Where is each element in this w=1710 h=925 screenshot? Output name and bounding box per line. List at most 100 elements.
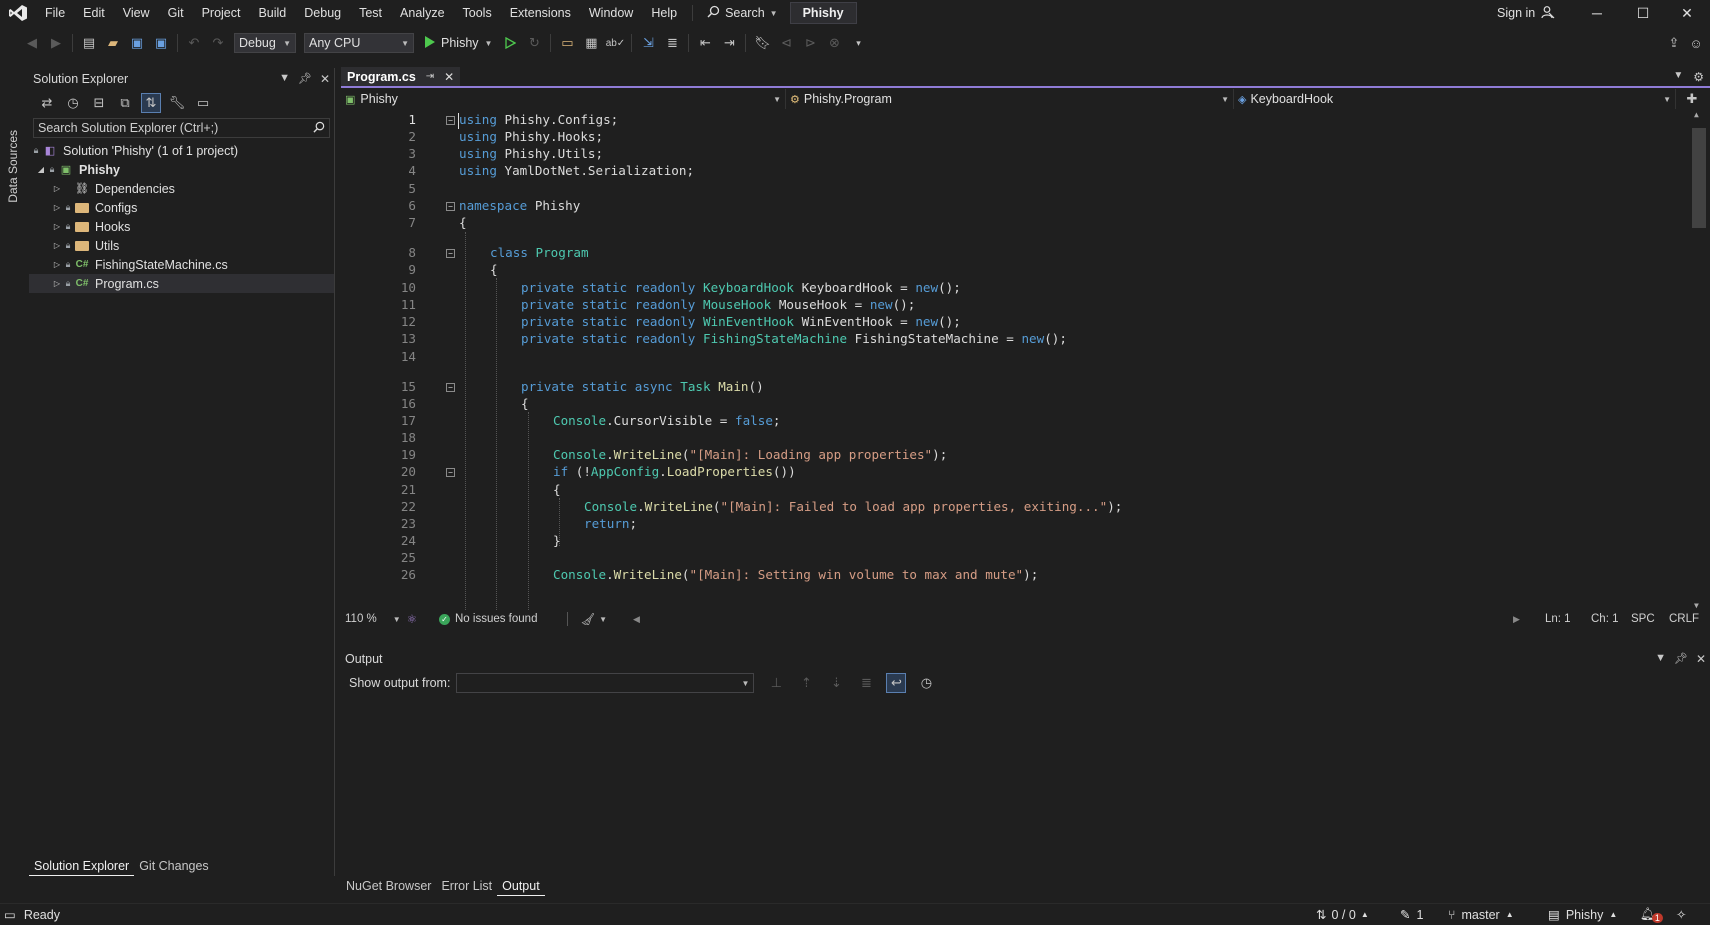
tree-row-dependencies[interactable]: ▷ ⛓︎ Dependencies (29, 179, 334, 198)
solution-search-input[interactable]: Search Solution Explorer (Ctrl+;) (33, 118, 330, 138)
tree-row-configs[interactable]: ▷ 🔒︎ Configs (29, 198, 334, 217)
navigate-forward-icon[interactable]: ▶ (46, 33, 66, 53)
collapse-region-icon[interactable]: − (446, 468, 455, 477)
start-without-debugging-icon[interactable] (500, 33, 520, 53)
feedback-icon[interactable]: ☺ (1686, 33, 1706, 53)
tab-error-list[interactable]: Error List (436, 876, 497, 896)
menu-view[interactable]: View (114, 0, 159, 26)
step-into-icon[interactable]: ⇲ (638, 33, 658, 53)
scroll-down-icon[interactable]: ▼ (1694, 601, 1699, 610)
navigate-back-icon[interactable]: ◀ (22, 33, 42, 53)
platform-dropdown[interactable]: Any CPU ▼ (304, 33, 414, 53)
format-document-icon[interactable]: ≣ (662, 33, 682, 53)
find-message-icon[interactable]: ⊥ (766, 673, 786, 693)
menu-tools[interactable]: Tools (454, 0, 501, 26)
close-window-button[interactable]: ✕ (1664, 0, 1710, 26)
member-navigation-dropdown[interactable]: ◈ KeyboardHook ▼ (1234, 89, 1676, 109)
live-share-icon[interactable]: ⇪ (1664, 33, 1684, 53)
tab-solution-explorer[interactable]: Solution Explorer (29, 856, 135, 876)
collapse-region-icon[interactable]: − (446, 249, 455, 258)
search-menu-button[interactable]: Search ▼ (699, 0, 786, 26)
expanded-arrow-icon[interactable]: ◢ (35, 165, 47, 174)
output-window-icon[interactable]: ▭ (4, 907, 16, 922)
tree-row-hooks[interactable]: ▷ 🔒︎ Hooks (29, 217, 334, 236)
collapsed-arrow-icon[interactable]: ▷ (51, 241, 63, 250)
previous-message-icon[interactable]: ⇡ (796, 673, 816, 693)
pin-tab-icon[interactable]: ⇥ (426, 71, 434, 82)
next-message-icon[interactable]: ⇣ (826, 673, 846, 693)
show-all-files-icon[interactable]: ⧉ (115, 93, 135, 113)
scrollbar-thumb[interactable] (1692, 128, 1706, 228)
menu-project[interactable]: Project (193, 0, 250, 26)
menu-help[interactable]: Help (642, 0, 686, 26)
line-ending-indicator[interactable]: CRLF (1669, 613, 1699, 625)
layout-icon[interactable]: ▦ (581, 33, 601, 53)
properties-wrench-icon[interactable]: 🔧︎ (167, 93, 187, 113)
split-window-icon[interactable]: ✚ (1682, 89, 1702, 109)
redo-icon[interactable]: ↷ (208, 33, 228, 53)
pin-icon[interactable]: 📌︎ (298, 72, 312, 86)
type-navigation-dropdown[interactable]: ⚙ Phishy.Program ▼ (786, 89, 1234, 109)
clear-all-icon[interactable]: ≣ (856, 673, 876, 693)
tree-row-program[interactable]: ▷ 🔒︎ C# Program.cs (29, 274, 334, 293)
outdent-icon[interactable]: ⇤ (695, 33, 715, 53)
copilot-icon[interactable]: ✧ (1676, 907, 1686, 922)
sync-with-document-icon[interactable]: ⇅ (141, 93, 161, 113)
menu-test[interactable]: Test (350, 0, 391, 26)
scroll-right-icon[interactable]: ▶ (1513, 614, 1520, 625)
collapsed-arrow-icon[interactable]: ▷ (51, 184, 63, 193)
menu-file[interactable]: File (36, 0, 74, 26)
settings-gear-icon[interactable]: ⚙ (1693, 70, 1704, 84)
open-file-icon[interactable]: ▰ (103, 33, 123, 53)
visual-studio-logo-icon[interactable] (0, 0, 36, 26)
menu-git[interactable]: Git (159, 0, 193, 26)
pending-changes-filter-icon[interactable]: ◷ (63, 93, 83, 113)
window-position-dropdown-icon[interactable]: ▼ (279, 72, 290, 86)
word-wrap-icon[interactable]: ↩ (886, 673, 907, 693)
menu-edit[interactable]: Edit (74, 0, 114, 26)
maximize-button[interactable]: ☐ (1620, 0, 1666, 26)
scroll-left-icon[interactable]: ◀ (633, 614, 640, 625)
menu-window[interactable]: Window (580, 0, 642, 26)
tab-program-cs[interactable]: Program.cs ⇥ ✕ (341, 67, 461, 86)
save-all-icon[interactable]: ▣ (151, 33, 171, 53)
tab-list-dropdown-icon[interactable]: ▼ (1673, 70, 1683, 84)
data-sources-tab[interactable]: Data Sources (6, 130, 20, 203)
chevron-down-icon[interactable]: ▼ (599, 615, 607, 624)
chevron-down-icon[interactable]: ▼ (393, 615, 401, 624)
sync-indicator[interactable]: ⇅ 0 / 0 ▲ (1316, 907, 1369, 923)
solution-name-badge[interactable]: Phishy (789, 2, 857, 24)
configuration-dropdown[interactable]: Debug ▼ (234, 33, 296, 53)
scroll-up-icon[interactable]: ▲ (1694, 110, 1699, 119)
tab-output[interactable]: Output (497, 876, 545, 896)
bookmark-icon[interactable]: 🔖︎ (752, 33, 772, 53)
collapse-region-icon[interactable]: − (446, 202, 455, 211)
collapsed-arrow-icon[interactable]: ▷ (51, 279, 63, 288)
tab-nuget-browser[interactable]: NuGet Browser (341, 876, 436, 896)
intellicode-icon[interactable]: ⚛ (407, 612, 417, 626)
save-icon[interactable]: ▣ (127, 33, 147, 53)
notifications-button[interactable]: 🔔︎ 1 (1640, 907, 1663, 923)
project-navigation-dropdown[interactable]: ▣ Phishy ▼ (341, 89, 786, 109)
vertical-scrollbar[interactable]: ▲ ▼ (1688, 110, 1710, 610)
undo-icon[interactable]: ↶ (184, 33, 204, 53)
collapsed-arrow-icon[interactable]: ▷ (51, 260, 63, 269)
new-project-icon[interactable]: ▤ (79, 33, 99, 53)
collapse-all-icon[interactable]: ⊟ (89, 93, 109, 113)
toolbar-overflow-icon[interactable]: ▾ (848, 33, 868, 53)
tree-row-fishingstatemachine[interactable]: ▷ 🔒︎ C# FishingStateMachine.cs (29, 255, 334, 274)
branch-indicator[interactable]: ⑂ master ▲ (1448, 908, 1514, 922)
menu-debug[interactable]: Debug (295, 0, 350, 26)
edits-indicator[interactable]: ✎ 1 (1400, 907, 1423, 923)
column-indicator[interactable]: Ch: 1 (1591, 613, 1619, 625)
close-icon[interactable]: ✕ (1696, 652, 1706, 666)
output-source-dropdown[interactable]: ▼ (456, 673, 755, 693)
tree-row-solution[interactable]: 🔒︎ ◧ Solution 'Phishy' (1 of 1 project) (29, 141, 334, 160)
tree-row-utils[interactable]: ▷ 🔒︎ Utils (29, 236, 334, 255)
browse-icon[interactable]: ▭ (557, 33, 577, 53)
minimize-button[interactable]: ─ (1574, 0, 1620, 26)
start-debugging-button[interactable]: Phishy ▼ (418, 35, 498, 51)
switch-views-icon[interactable]: ⇄ (37, 93, 57, 113)
close-tab-icon[interactable]: ✕ (444, 70, 454, 84)
timestamp-clock-icon[interactable]: ◷ (916, 673, 936, 693)
